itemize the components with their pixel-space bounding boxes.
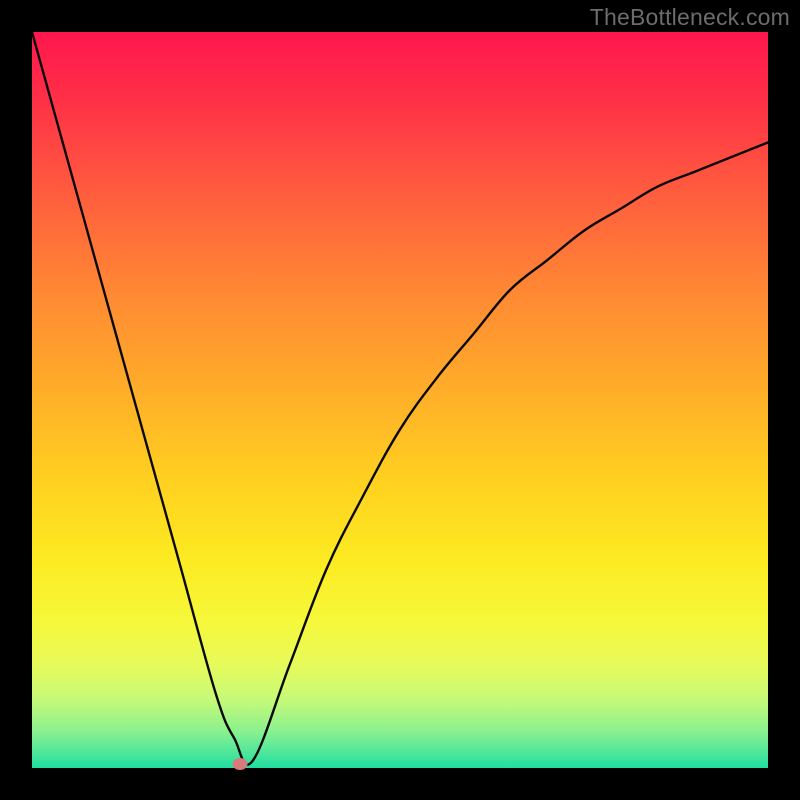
curve-path bbox=[32, 32, 768, 765]
optimum-marker bbox=[232, 758, 247, 770]
plot-area bbox=[32, 32, 768, 768]
bottleneck-curve bbox=[32, 32, 768, 768]
chart-frame: TheBottleneck.com bbox=[0, 0, 800, 800]
watermark-text: TheBottleneck.com bbox=[590, 4, 790, 31]
